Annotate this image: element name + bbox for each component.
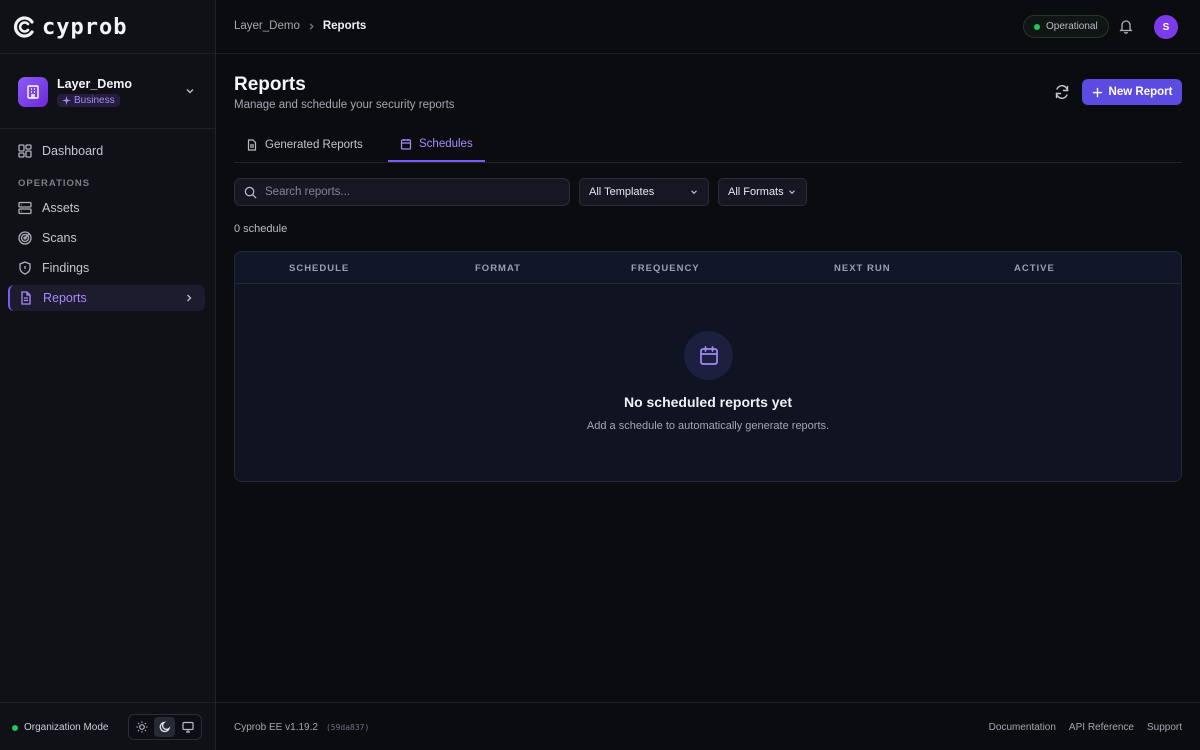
format-select-value: All Formats bbox=[728, 186, 784, 198]
chevron-down-icon bbox=[186, 89, 194, 94]
plan-label: Business bbox=[74, 94, 115, 106]
column-header-format[interactable]: FORMAT bbox=[475, 263, 521, 274]
tab-label: Generated Reports bbox=[265, 139, 363, 151]
sidebar: cyprob Layer_Demo Business Dashboard OPE… bbox=[0, 0, 216, 750]
search-icon bbox=[244, 186, 257, 199]
column-header-frequency[interactable]: FREQUENCY bbox=[631, 263, 700, 274]
column-header-next-run[interactable]: NEXT RUN bbox=[834, 263, 891, 274]
version-info: Cyprob EE v1.19.2 (59da837) bbox=[234, 722, 369, 733]
theme-dark-button[interactable] bbox=[154, 717, 176, 737]
building-icon bbox=[27, 85, 39, 99]
tab-label: Schedules bbox=[419, 138, 473, 150]
chevron-right-icon bbox=[187, 294, 192, 302]
documentation-link[interactable]: Documentation bbox=[989, 722, 1056, 733]
sun-icon bbox=[136, 721, 148, 733]
server-icon bbox=[18, 201, 32, 215]
file-text-icon bbox=[21, 291, 31, 305]
sidebar-item-label: Dashboard bbox=[42, 144, 104, 158]
topbar: Layer_Demo Reports Operational S bbox=[216, 0, 1200, 54]
divider bbox=[0, 128, 215, 129]
shield-icon bbox=[19, 261, 31, 275]
footer-links: Documentation API Reference Support bbox=[989, 722, 1182, 733]
search-input[interactable] bbox=[265, 186, 555, 198]
theme-switch bbox=[128, 714, 202, 740]
calendar-icon bbox=[400, 139, 412, 150]
org-mode-label: Organization Mode bbox=[24, 722, 109, 733]
file-icon bbox=[247, 139, 257, 151]
sidebar-item-label: Scans bbox=[42, 231, 77, 245]
column-header-schedule[interactable]: SCHEDULE bbox=[289, 263, 349, 274]
tab-schedules[interactable]: Schedules bbox=[388, 128, 485, 162]
api-reference-link[interactable]: API Reference bbox=[1069, 722, 1134, 733]
sidebar-item-label: Findings bbox=[42, 261, 90, 275]
radar-icon bbox=[18, 231, 32, 245]
sidebar-item-findings[interactable]: Findings bbox=[8, 255, 205, 281]
table-header: SCHEDULE FORMAT FREQUENCY NEXT RUN ACTIV… bbox=[235, 252, 1181, 284]
plus-icon bbox=[1092, 87, 1102, 97]
page-subtitle: Manage and schedule your security report… bbox=[234, 99, 455, 111]
sidebar-item-dashboard[interactable]: Dashboard bbox=[8, 138, 205, 164]
empty-state-icon bbox=[684, 331, 733, 380]
brand-name: cyprob bbox=[42, 14, 128, 40]
brand-logo[interactable]: cyprob bbox=[12, 14, 127, 40]
sparkle-icon bbox=[62, 95, 71, 105]
status-dot bbox=[12, 724, 18, 731]
user-avatar[interactable]: S bbox=[1154, 15, 1178, 39]
dashboard-icon bbox=[18, 144, 32, 158]
page-title: Reports bbox=[234, 74, 306, 95]
sidebar-item-label: Reports bbox=[43, 291, 87, 305]
sidebar-footer: Organization Mode bbox=[0, 702, 215, 750]
sidebar-item-reports[interactable]: Reports bbox=[8, 285, 205, 311]
divider bbox=[0, 53, 215, 54]
chevron-right-icon bbox=[309, 22, 314, 30]
empty-state-title: No scheduled reports yet bbox=[623, 394, 793, 410]
breadcrumb-current: Reports bbox=[322, 20, 367, 32]
org-avatar bbox=[18, 77, 48, 107]
sidebar-item-label: Assets bbox=[42, 201, 80, 215]
build-hash: (59da837) bbox=[325, 723, 370, 732]
calendar-icon bbox=[699, 345, 718, 365]
support-link[interactable]: Support bbox=[1147, 722, 1182, 733]
sidebar-item-assets[interactable]: Assets bbox=[8, 195, 205, 221]
status-badge[interactable]: Operational bbox=[1023, 15, 1109, 38]
new-report-button[interactable]: New Report bbox=[1082, 79, 1182, 105]
moon-icon bbox=[159, 721, 171, 733]
tab-bar: Generated Reports Schedules bbox=[234, 128, 1182, 163]
refresh-button[interactable] bbox=[1050, 80, 1074, 104]
breadcrumb: Layer_Demo Reports bbox=[234, 20, 366, 32]
empty-state-subtitle: Add a schedule to automatically generate… bbox=[586, 420, 830, 432]
status-label: Operational bbox=[1046, 21, 1098, 32]
format-select[interactable]: All Formats bbox=[718, 178, 807, 206]
schedules-table: SCHEDULE FORMAT FREQUENCY NEXT RUN ACTIV… bbox=[234, 251, 1182, 482]
org-switcher[interactable]: Layer_Demo Business bbox=[18, 76, 200, 108]
template-select[interactable]: All Templates bbox=[579, 178, 709, 206]
template-select-value: All Templates bbox=[589, 186, 655, 198]
column-header-active[interactable]: ACTIVE bbox=[1014, 263, 1055, 274]
version-label: Cyprob EE v1.19.2 bbox=[234, 722, 318, 733]
section-label-operations: OPERATIONS bbox=[18, 178, 91, 189]
org-name: Layer_Demo bbox=[57, 76, 133, 91]
logo-icon bbox=[13, 16, 34, 38]
status-dot bbox=[1034, 23, 1040, 30]
page-footer: Cyprob EE v1.19.2 (59da837) Documentatio… bbox=[216, 702, 1200, 750]
bell-icon bbox=[1119, 20, 1133, 34]
refresh-icon bbox=[1055, 85, 1069, 99]
new-report-label: New Report bbox=[1108, 86, 1173, 98]
breadcrumb-org[interactable]: Layer_Demo bbox=[234, 20, 300, 32]
monitor-icon bbox=[182, 721, 194, 733]
schedule-count: 0 schedule bbox=[234, 223, 288, 235]
theme-light-button[interactable] bbox=[132, 717, 153, 737]
plan-badge: Business bbox=[57, 93, 120, 107]
chevron-down-icon bbox=[789, 190, 795, 195]
tab-generated-reports[interactable]: Generated Reports bbox=[234, 128, 375, 162]
org-mode-indicator: Organization Mode bbox=[12, 722, 109, 733]
chevron-down-icon bbox=[691, 190, 697, 195]
search-box bbox=[234, 178, 570, 206]
notifications-button[interactable] bbox=[1118, 18, 1134, 34]
sidebar-item-scans[interactable]: Scans bbox=[8, 225, 205, 251]
theme-system-button[interactable] bbox=[177, 717, 198, 737]
